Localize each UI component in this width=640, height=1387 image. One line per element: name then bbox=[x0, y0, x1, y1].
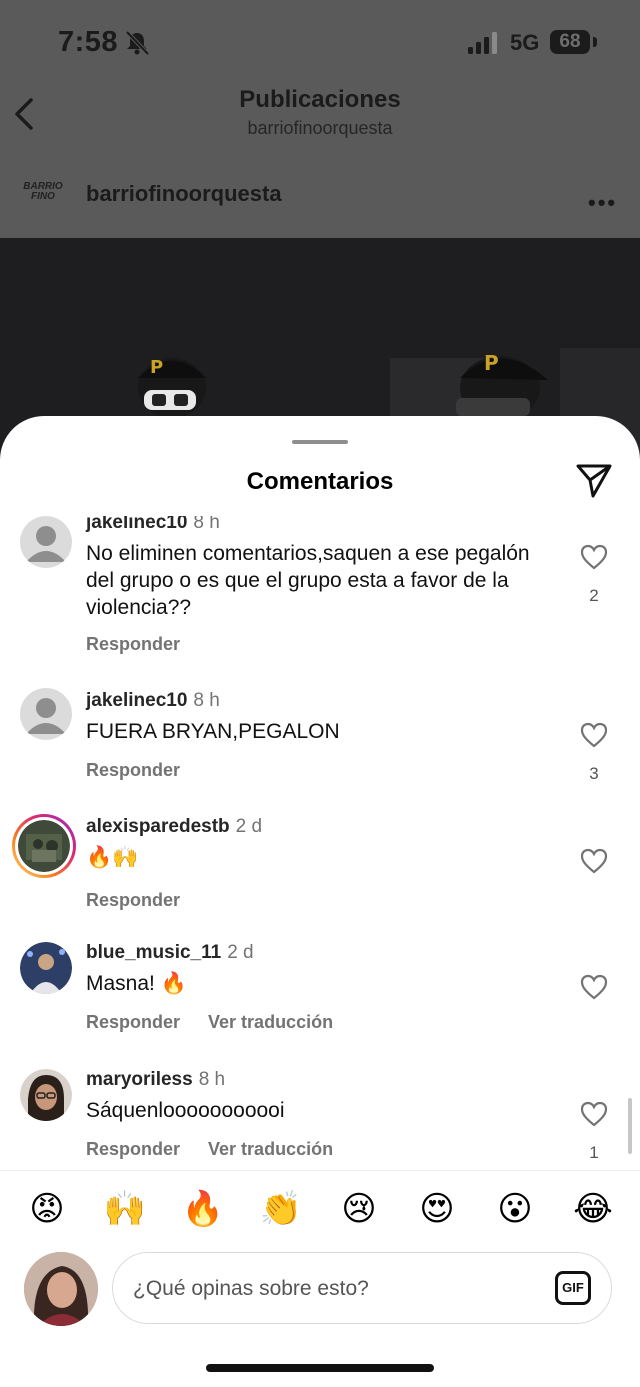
username-text[interactable]: jakelinec10 bbox=[86, 516, 187, 533]
user-avatar[interactable] bbox=[20, 516, 72, 568]
comments-list[interactable]: jakelinec10 8 h No eliminen comentarios,s… bbox=[0, 516, 640, 1170]
comment-input[interactable] bbox=[133, 1271, 533, 1307]
post-username[interactable]: barriofinoorquesta bbox=[86, 181, 282, 207]
divider bbox=[0, 1170, 640, 1171]
avatar-photo bbox=[24, 1252, 98, 1326]
battery-icon: 68 bbox=[550, 30, 590, 54]
comment-username[interactable]: blue_music_11 2 d bbox=[86, 942, 254, 964]
comment-actions: Responder bbox=[86, 634, 180, 655]
comment-time: 8 h bbox=[193, 690, 220, 711]
user-avatar[interactable] bbox=[20, 942, 72, 994]
heart-icon[interactable] bbox=[580, 848, 608, 874]
comment-item: jakelinec10 8 h FUERA BRYAN,PEGALON Respo… bbox=[0, 688, 640, 798]
comment-text: 🔥🙌 bbox=[86, 845, 139, 869]
avatar-photo bbox=[20, 942, 72, 994]
comment-text: Masna! 🔥 bbox=[86, 972, 187, 995]
heart-icon[interactable] bbox=[580, 1101, 608, 1127]
svg-text:P: P bbox=[150, 357, 163, 378]
comment-actions: Responder bbox=[86, 760, 180, 781]
translate-button[interactable]: Ver traducción bbox=[208, 1012, 333, 1032]
reaction-fire[interactable]: 🔥 bbox=[173, 1184, 233, 1234]
sheet-grabber[interactable] bbox=[292, 440, 348, 444]
battery-tip bbox=[593, 37, 597, 47]
username-text[interactable]: jakelinec10 bbox=[86, 690, 187, 711]
default-avatar-icon bbox=[26, 698, 66, 734]
reaction-angry[interactable]: 😡 bbox=[17, 1184, 77, 1234]
home-indicator bbox=[206, 1364, 434, 1372]
reaction-clap[interactable]: 👏 bbox=[251, 1184, 311, 1234]
comment-item: jakelinec10 8 h No eliminen comentarios,s… bbox=[0, 516, 640, 668]
reaction-heart-eyes[interactable]: 😍 bbox=[407, 1184, 467, 1234]
comment-text: FUERA BRYAN,PEGALON bbox=[86, 720, 340, 743]
page-subtitle: barriofinoorquesta bbox=[247, 118, 393, 138]
scrollbar[interactable] bbox=[628, 1098, 632, 1154]
bell-off-icon bbox=[125, 30, 150, 56]
share-send-icon[interactable] bbox=[574, 460, 614, 500]
comment-actions: Responder bbox=[86, 890, 180, 911]
comment-item: blue_music_11 2 d Masna! 🔥 Responder Ver t… bbox=[0, 942, 640, 1052]
like-count: 3 bbox=[589, 764, 599, 783]
heart-icon[interactable] bbox=[580, 722, 608, 748]
comment-time: 8 h bbox=[198, 1069, 226, 1090]
comment-username[interactable]: jakelinec10 8 h bbox=[86, 690, 220, 712]
svg-text:P: P bbox=[484, 351, 499, 375]
network-type: 5G bbox=[510, 30, 540, 55]
heart-icon[interactable] bbox=[580, 974, 608, 1000]
status-bar: 7:58 5G 68 bbox=[0, 0, 640, 86]
translate-button[interactable]: Ver traducción bbox=[208, 1139, 333, 1159]
reaction-wow[interactable]: 😮 bbox=[485, 1184, 545, 1234]
more-options-icon[interactable]: ••• bbox=[588, 190, 617, 216]
comment-time: 2 d bbox=[235, 816, 263, 837]
user-avatar[interactable] bbox=[20, 688, 72, 740]
reply-button[interactable]: Responder bbox=[86, 760, 180, 780]
page-title: Publicaciones bbox=[239, 86, 401, 113]
user-avatar-story-ring[interactable] bbox=[12, 814, 76, 878]
comments-sheet: Comentarios jakelinec10 8 h No eliminen c… bbox=[0, 416, 640, 1387]
status-time: 7:58 bbox=[58, 26, 119, 58]
reaction-raised-hands[interactable]: 🙌 bbox=[95, 1184, 155, 1234]
comment-time: 8 h bbox=[193, 516, 220, 533]
post-avatar-logo[interactable]: BARRIO FINO bbox=[22, 176, 64, 214]
reply-button[interactable]: Responder bbox=[86, 890, 180, 910]
avatar-photo bbox=[20, 1069, 72, 1121]
avatar-ring-gap bbox=[15, 817, 73, 875]
comment-item: alexisparedestb 2 d 🔥🙌 Responder bbox=[0, 814, 640, 926]
username-text[interactable]: blue_music_11 bbox=[86, 942, 221, 963]
comment-username[interactable]: jakelinec10 8 h bbox=[86, 516, 220, 534]
avatar-photo bbox=[18, 820, 70, 872]
comment-actions: Responder Ver traducción bbox=[86, 1139, 333, 1160]
heart-icon[interactable] bbox=[580, 544, 608, 570]
signal-icon bbox=[468, 32, 497, 54]
gif-button[interactable]: GIF bbox=[555, 1271, 591, 1305]
user-avatar[interactable] bbox=[20, 1069, 72, 1121]
comment-composer[interactable]: GIF bbox=[112, 1252, 612, 1324]
default-avatar-icon bbox=[26, 526, 66, 562]
comment-time: 2 d bbox=[227, 942, 254, 963]
comment-username[interactable]: maryoriless 8 h bbox=[86, 1069, 225, 1091]
comment-item: maryoriless 8 h Sáquenlooooooooooi Respon… bbox=[0, 1069, 640, 1170]
comment-text: Sáquenlooooooooooi bbox=[86, 1099, 285, 1122]
reply-button[interactable]: Responder bbox=[86, 634, 180, 654]
reaction-laugh[interactable]: 😂 bbox=[563, 1184, 623, 1234]
username-text[interactable]: alexisparedestb bbox=[86, 816, 230, 837]
quick-reactions: 😡 🙌 🔥 👏 😢 😍 😮 😂 bbox=[0, 1184, 640, 1234]
comment-text: No eliminen comentarios,saquen a ese peg… bbox=[86, 542, 530, 619]
sheet-title: Comentarios bbox=[246, 468, 394, 495]
comment-actions: Responder Ver traducción bbox=[86, 1012, 333, 1033]
reply-button[interactable]: Responder bbox=[86, 1012, 180, 1032]
reply-button[interactable]: Responder bbox=[86, 1139, 180, 1159]
like-count: 2 bbox=[589, 586, 599, 605]
like-count: 1 bbox=[589, 1143, 599, 1162]
comment-username[interactable]: alexisparedestb 2 d bbox=[86, 816, 262, 838]
username-text[interactable]: maryoriless bbox=[86, 1069, 193, 1090]
current-user-avatar bbox=[24, 1252, 98, 1326]
reaction-cry[interactable]: 😢 bbox=[329, 1184, 389, 1234]
